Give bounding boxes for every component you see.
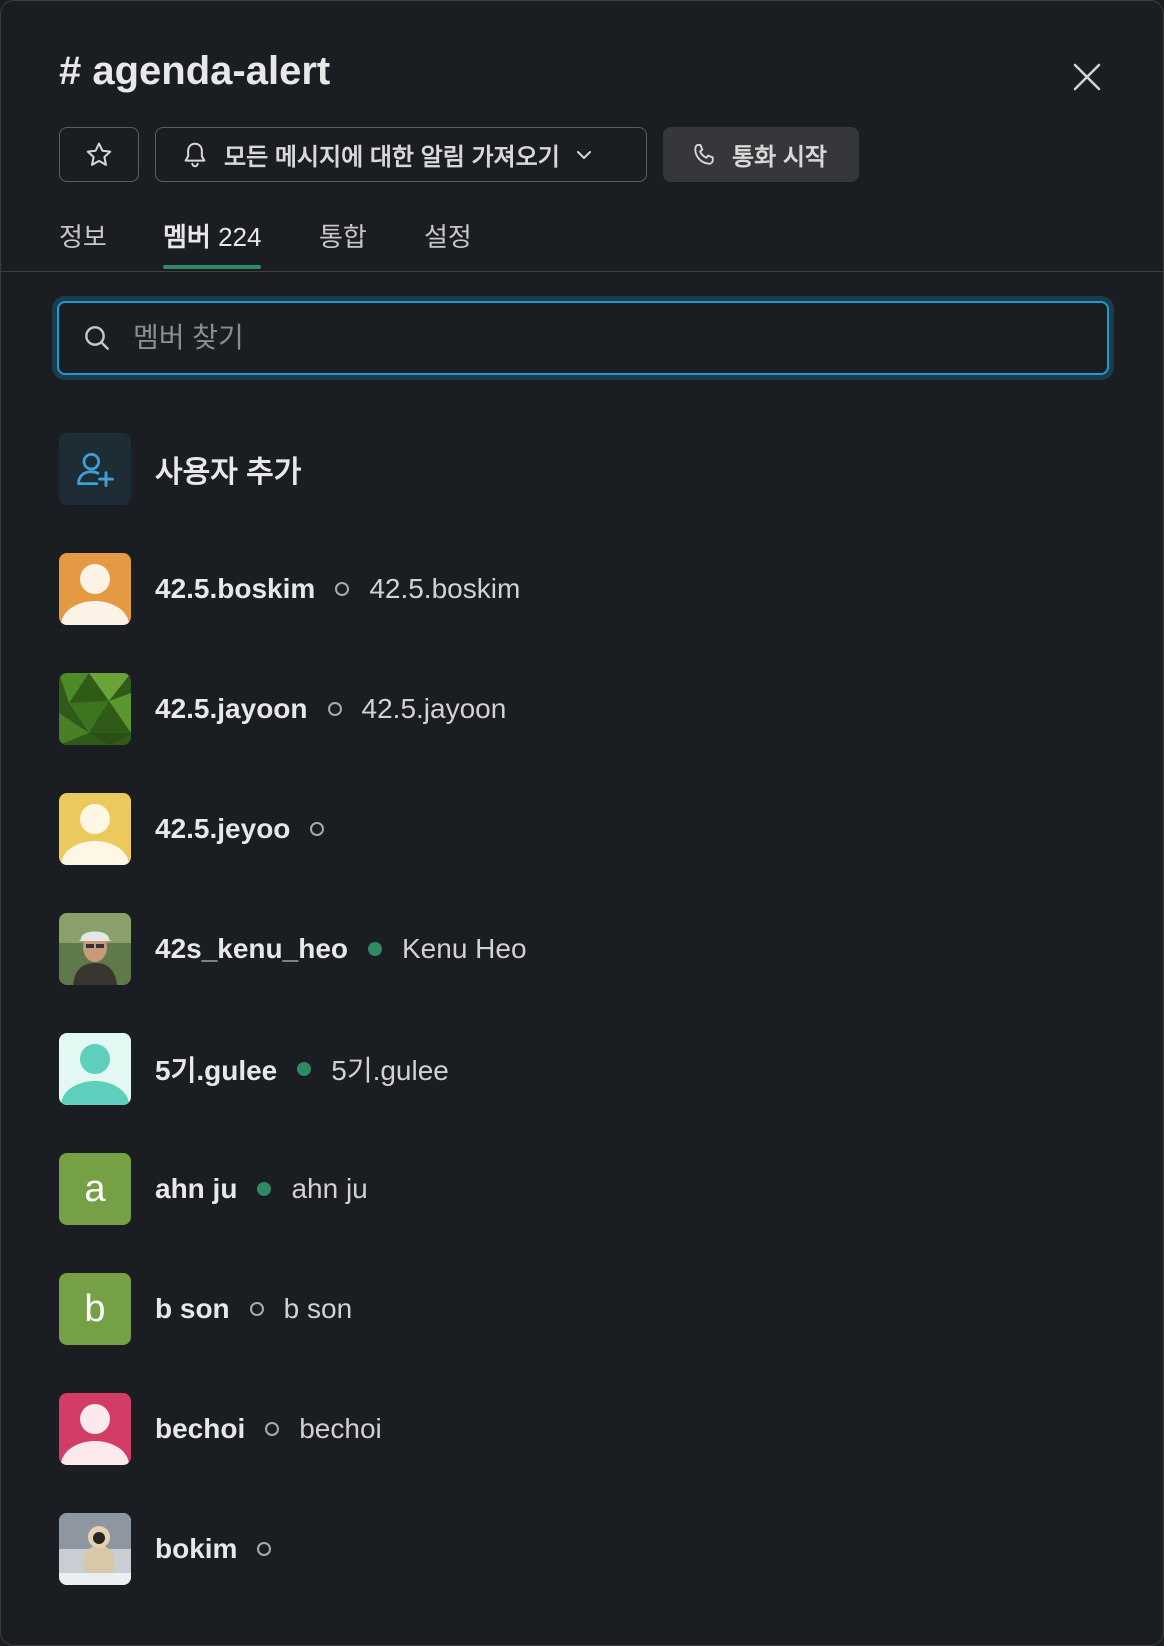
profile-photo-icon: [59, 913, 131, 985]
default-avatar-icon: [61, 1404, 129, 1465]
leaf-photo-icon: [59, 673, 131, 745]
close-button[interactable]: [1067, 57, 1107, 97]
tab-label: 멤버: [163, 222, 211, 252]
avatar-letter: b: [84, 1287, 106, 1330]
presence-active-icon: [257, 1182, 272, 1196]
member-name: 42.5.boskim: [155, 573, 316, 604]
avatar: [59, 673, 131, 745]
member-row[interactable]: 42.5.jeyoo: [59, 793, 325, 865]
search-icon: [85, 326, 109, 350]
member-row[interactable]: bechoi bechoi: [59, 1393, 382, 1465]
member-search: [57, 301, 1109, 375]
avatar: b: [59, 1273, 131, 1345]
notification-label: 모든 메시지에 대한 알림 가져오기: [224, 144, 560, 171]
member-name: bokim: [155, 1533, 238, 1564]
avatar: a: [59, 1153, 131, 1225]
channel-details-modal: # agenda-alert 모든 메시지에 대한 알림 가져오기 통화 시작 …: [0, 0, 1164, 1646]
tab-label: 설정: [424, 222, 472, 252]
member-row[interactable]: 42.5.jayoon 42.5.jayoon: [59, 673, 506, 745]
member-row[interactable]: 5기.gulee 5기.gulee: [59, 1033, 449, 1105]
avatar: [59, 913, 131, 985]
notification-settings-button[interactable]: 모든 메시지에 대한 알림 가져오기: [155, 127, 647, 182]
avatar: [59, 1033, 131, 1105]
add-user-button[interactable]: 사용자 추가: [59, 433, 301, 505]
member-row[interactable]: 42.5.boskim 42.5.boskim: [59, 553, 520, 625]
member-row[interactable]: bokim: [59, 1513, 272, 1585]
presence-away-icon: [327, 702, 342, 716]
member-display-name: 42.5.boskim: [369, 573, 521, 604]
member-name: ahn ju: [155, 1173, 238, 1204]
presence-away-icon: [310, 822, 325, 836]
phone-icon: [694, 143, 714, 165]
member-name: 42.5.jayoon: [155, 693, 308, 724]
member-name: 42s_kenu_heo: [155, 933, 348, 964]
star-channel-button[interactable]: [59, 127, 139, 182]
member-display-name: Kenu Heo: [402, 933, 527, 964]
tab-label: 통합: [319, 222, 367, 252]
default-avatar-icon: [61, 804, 129, 865]
call-label: 통화 시작: [732, 144, 827, 171]
profile-photo-icon: [59, 1513, 131, 1585]
presence-active-icon: [297, 1062, 312, 1076]
member-search-input[interactable]: [131, 321, 1035, 355]
member-display-name: 42.5.jayoon: [361, 693, 507, 724]
tab-settings[interactable]: 설정: [424, 217, 472, 267]
presence-away-icon: [257, 1542, 272, 1556]
presence-away-icon: [265, 1422, 280, 1436]
member-display-name: ahn ju: [291, 1173, 368, 1204]
avatar: [59, 1513, 131, 1585]
tab-integrations[interactable]: 통합: [319, 217, 367, 267]
add-user-label: 사용자 추가: [155, 456, 302, 489]
member-display-name: 5기.gulee: [331, 1055, 449, 1086]
add-user-tile: [59, 433, 131, 505]
tab-bar: 정보 멤버 224 통합 설정: [1, 211, 1163, 272]
start-call-button[interactable]: 통화 시작: [663, 127, 859, 182]
bell-icon: [184, 142, 206, 167]
member-display-name: b son: [283, 1293, 353, 1324]
tab-label: 정보: [59, 222, 107, 252]
add-person-icon: [77, 452, 114, 487]
chevron-down-icon: [576, 150, 591, 159]
presence-away-icon: [249, 1302, 264, 1316]
avatar: [59, 553, 131, 625]
member-display-name: bechoi: [299, 1413, 382, 1444]
member-row[interactable]: a ahn ju ahn ju: [59, 1153, 368, 1225]
presence-active-icon: [368, 942, 382, 956]
member-name: bechoi: [155, 1413, 246, 1444]
presence-away-icon: [335, 582, 350, 596]
avatar-letter: a: [84, 1167, 106, 1210]
member-row[interactable]: 42s_kenu_heo Kenu Heo: [59, 913, 527, 985]
avatar: [59, 1393, 131, 1465]
member-name: 5기.gulee: [155, 1055, 278, 1086]
channel-title: # agenda-alert: [59, 49, 331, 93]
member-name: 42.5.jeyoo: [155, 813, 291, 844]
close-icon: [1073, 63, 1101, 91]
member-row[interactable]: b b son b son: [59, 1273, 352, 1345]
member-name: b son: [155, 1293, 230, 1324]
default-avatar-icon: [61, 564, 129, 625]
default-avatar-icon: [61, 1044, 129, 1105]
member-count: 224: [218, 222, 262, 252]
star-icon: [86, 142, 112, 166]
tab-members[interactable]: 멤버 224: [163, 217, 262, 269]
avatar: [59, 793, 131, 865]
active-tab-indicator: [163, 265, 262, 269]
tab-info[interactable]: 정보: [59, 217, 107, 267]
